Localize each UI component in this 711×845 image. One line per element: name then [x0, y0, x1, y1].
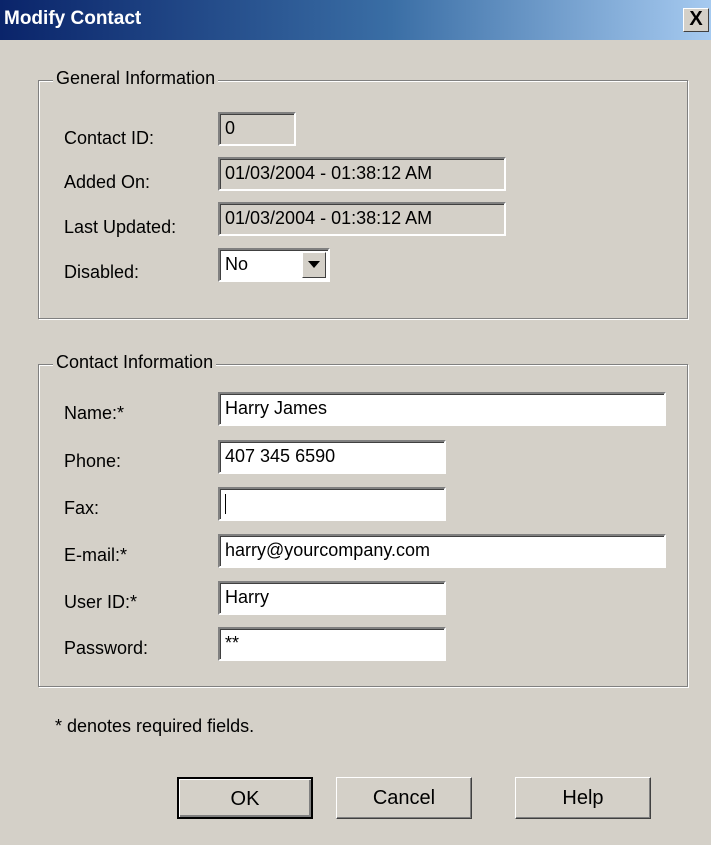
required-fields-note: * denotes required fields. [55, 716, 255, 736]
name-label: Name:* [64, 403, 125, 423]
help-button[interactable]: Help [515, 777, 651, 819]
last-updated-label: Last Updated: [64, 217, 177, 237]
name-field[interactable]: Harry James [218, 392, 666, 426]
phone-field[interactable]: 407 345 6590 [218, 440, 446, 474]
disabled-label: Disabled: [64, 262, 140, 282]
disabled-select-value: No [225, 254, 249, 274]
fax-field[interactable] [218, 487, 446, 521]
close-button[interactable]: X [683, 8, 709, 32]
close-icon: X [689, 8, 703, 30]
email-field[interactable]: harry@yourcompany.com [218, 534, 666, 568]
cancel-button[interactable]: Cancel [336, 777, 472, 819]
contact-id-field: 0 [218, 112, 296, 146]
text-cursor [225, 494, 226, 515]
contact-information-legend: Contact Information [53, 352, 217, 373]
fax-label: Fax: [64, 498, 100, 518]
userid-label: User ID:* [64, 592, 138, 612]
added-on-label: Added On: [64, 172, 151, 192]
added-on-field: 01/03/2004 - 01:38:12 AM [218, 157, 506, 191]
general-information-group: General Information [38, 68, 688, 319]
password-field[interactable]: ** [218, 627, 446, 661]
phone-label: Phone: [64, 451, 122, 471]
title-bar[interactable]: Modify Contact X [0, 0, 711, 40]
email-label: E-mail:* [64, 545, 128, 565]
password-label: Password: [64, 638, 149, 658]
ok-button[interactable]: OK [177, 777, 313, 819]
disabled-dropdown-button[interactable] [302, 252, 326, 278]
userid-field[interactable]: Harry [218, 581, 446, 615]
disabled-select[interactable]: No [218, 248, 330, 282]
general-information-legend: General Information [53, 68, 219, 89]
window-title: Modify Contact [4, 8, 142, 29]
last-updated-field: 01/03/2004 - 01:38:12 AM [218, 202, 506, 236]
contact-id-label: Contact ID: [64, 128, 155, 148]
chevron-down-icon [308, 261, 320, 268]
